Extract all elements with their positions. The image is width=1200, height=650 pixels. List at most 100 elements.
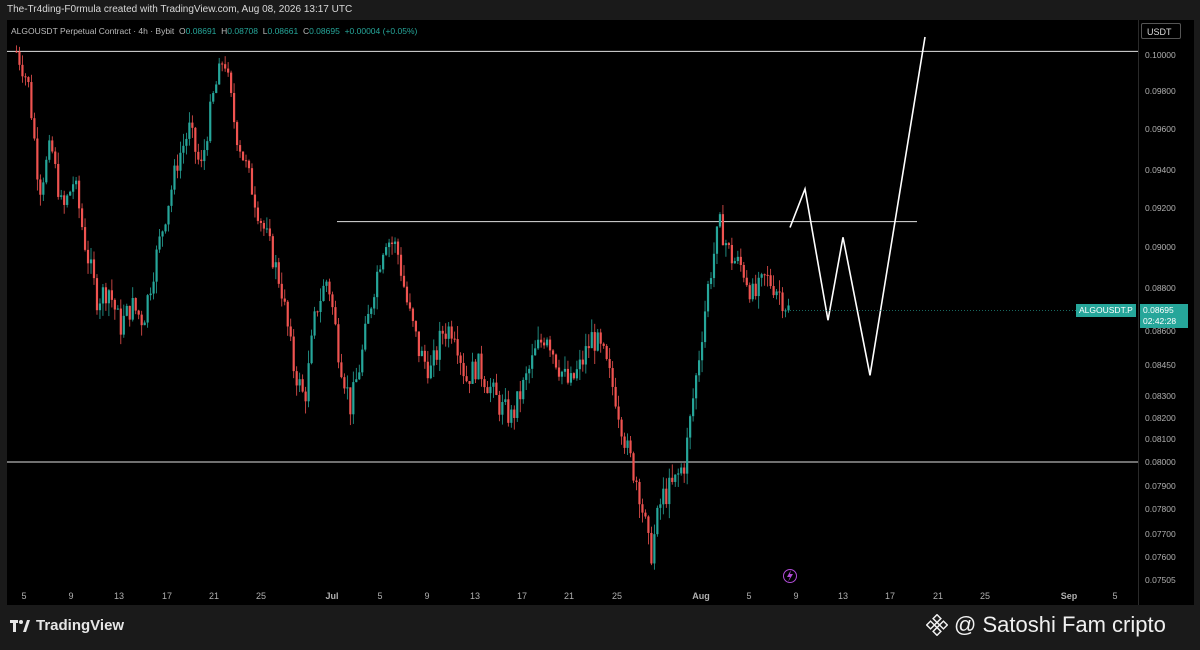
candle-body: [686, 437, 689, 474]
price-tick-label: 0.08100: [1145, 434, 1176, 444]
currency-selector[interactable]: USDT: [1141, 23, 1181, 39]
candle-body: [602, 343, 605, 346]
candle-body: [537, 339, 540, 349]
legend-symbol: ALGOUSDT Perpetual Contract · 4h · Bybit: [11, 26, 175, 36]
candle-body: [692, 398, 695, 417]
candle-body: [542, 342, 546, 346]
candle-body: [450, 326, 453, 339]
candle-body: [629, 440, 632, 454]
candle-body: [289, 326, 292, 337]
candle-body: [638, 481, 641, 505]
candle-body: [548, 339, 552, 351]
candle-body: [712, 253, 716, 279]
candle-body: [48, 140, 51, 160]
candle-body: [373, 297, 376, 309]
time-axis[interactable]: 5 9 13 17 21 25 Jul 5 9 13 17 21 25 Aug 5 9 13 17 21 25 Sep 5: [7, 586, 1138, 605]
candle-body: [325, 281, 328, 286]
candle-body: [405, 286, 409, 303]
candle-body: [528, 368, 531, 374]
legend-o-label: O: [179, 26, 186, 36]
candle-body: [42, 182, 45, 195]
candle-body: [420, 350, 423, 357]
time-tick-label: 25: [980, 591, 990, 601]
candle-body: [277, 262, 280, 284]
candle-body: [614, 386, 617, 407]
candle-body: [519, 391, 522, 400]
chart-credit: The-Tr4ding-F0rmula created with Trading…: [7, 4, 353, 15]
candle-body: [152, 281, 155, 294]
candle-body: [501, 402, 504, 415]
candle-body: [474, 361, 477, 380]
candle-body: [224, 64, 227, 69]
price-tick-label: 0.09800: [1145, 86, 1176, 96]
candle-body: [241, 151, 245, 161]
time-tick-label: 21: [933, 591, 943, 601]
candle-body: [352, 382, 355, 415]
price-tick-label: 0.07600: [1145, 552, 1176, 562]
time-tick-label: 25: [612, 591, 622, 601]
candle-body: [513, 409, 516, 418]
candle-body: [411, 308, 415, 322]
candle-body: [313, 311, 316, 336]
lightning-bolt-icon: [787, 570, 793, 582]
candle-body: [492, 382, 495, 387]
candle-body: [200, 159, 203, 162]
candle-body: [182, 145, 185, 153]
candle-body: [179, 152, 182, 171]
candle-body: [137, 310, 140, 315]
candle-body: [128, 305, 131, 320]
candle-body: [677, 473, 680, 475]
candle-body: [27, 77, 30, 83]
candle-body: [653, 534, 656, 564]
candle-body: [331, 294, 334, 308]
candle-body: [304, 391, 307, 402]
candle-body: [322, 285, 325, 302]
candle-body: [51, 140, 54, 152]
candle-body: [620, 419, 623, 437]
candle-body: [387, 242, 391, 248]
candle-body: [218, 63, 221, 85]
candle-body: [718, 214, 722, 227]
binance-icon: [926, 614, 948, 636]
candle-body: [525, 373, 528, 380]
candle-body: [522, 379, 525, 400]
candle-body: [83, 227, 87, 250]
candle-body: [69, 191, 72, 196]
time-tick-label: 9: [68, 591, 73, 601]
time-tick-label: 5: [1112, 591, 1117, 601]
candle-body: [247, 160, 251, 169]
candle-body: [671, 477, 674, 482]
candle-body: [18, 51, 21, 65]
time-tick-label: 17: [885, 591, 895, 601]
candle-body: [125, 305, 128, 316]
candle-body: [697, 360, 701, 376]
candle-body: [617, 406, 620, 420]
candle-body: [393, 241, 397, 244]
candle-body: [343, 377, 346, 389]
candle-body: [778, 291, 781, 293]
candle-body: [107, 290, 110, 304]
candle-body: [626, 440, 629, 448]
candle-body: [367, 313, 370, 324]
candle-body: [584, 346, 587, 365]
candle-body: [703, 311, 707, 343]
candle-body: [566, 368, 570, 383]
price-tick-label: 0.08200: [1145, 413, 1176, 423]
price-chart[interactable]: [7, 20, 1138, 605]
symbol-legend: ALGOUSDT Perpetual Contract · 4h · Bybit…: [11, 26, 417, 36]
candle-body: [45, 159, 48, 183]
candle-body: [611, 368, 614, 387]
candle-body: [283, 298, 286, 302]
tradingview-logo[interactable]: TradingView: [10, 617, 124, 634]
candle-body: [465, 376, 468, 382]
chart-area[interactable]: [7, 20, 1138, 605]
candle-body: [349, 387, 352, 415]
candle-body: [92, 259, 96, 279]
price-tick-label: 0.10000: [1145, 50, 1176, 60]
candle-body: [232, 93, 236, 123]
price-tick-label: 0.08450: [1145, 360, 1176, 370]
candle-body: [33, 118, 36, 139]
candle-body: [769, 275, 772, 287]
candle-body: [435, 350, 438, 360]
candle-body: [551, 350, 555, 355]
